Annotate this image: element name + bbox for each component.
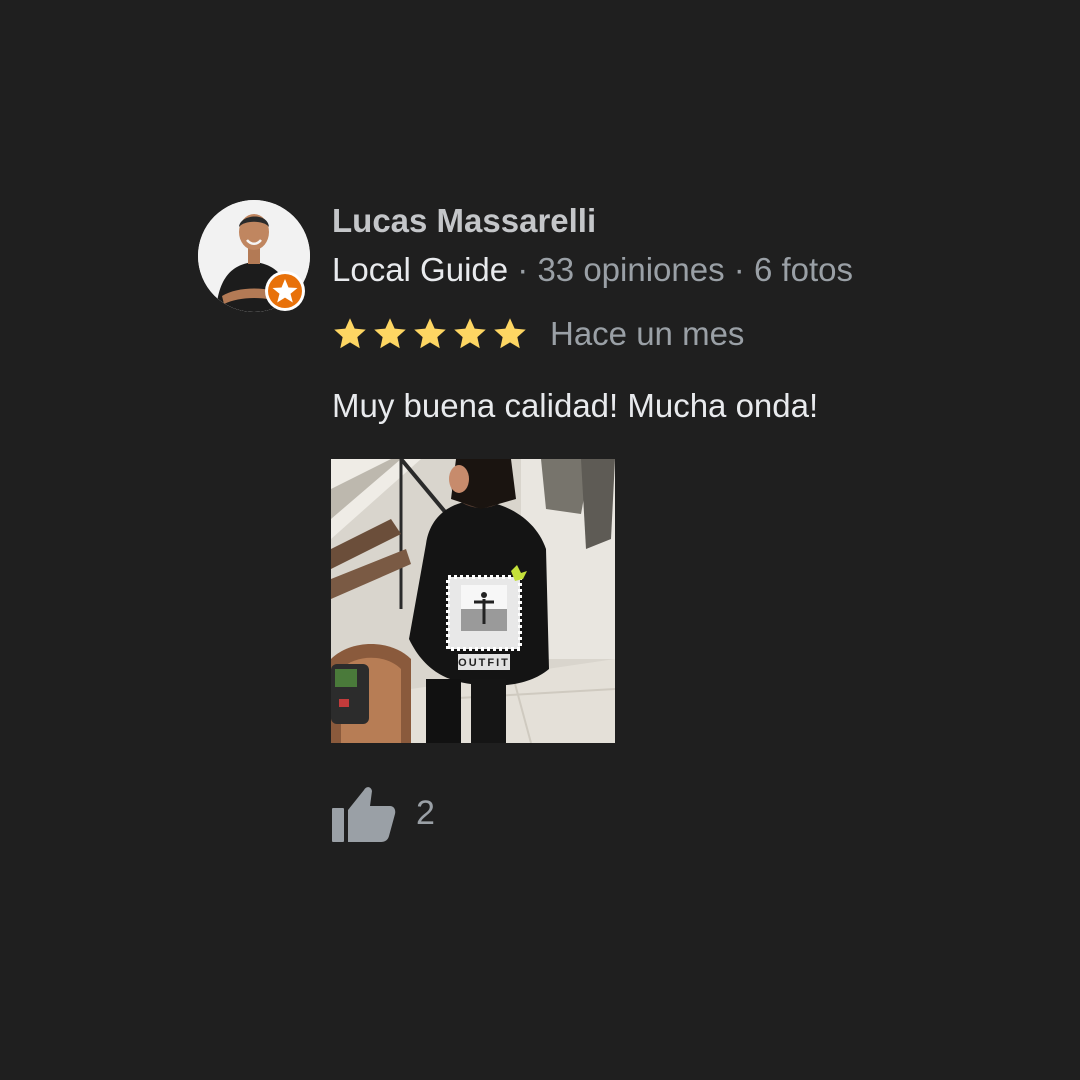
review-text: Muy buena calidad! Mucha onda! xyxy=(332,387,819,424)
reviewer-name[interactable]: Lucas Massarelli xyxy=(332,200,596,242)
review-card: Lucas Massarelli Local Guide · 33 opinio… xyxy=(0,0,1080,1080)
star-icon xyxy=(334,318,366,349)
thumbs-up-icon xyxy=(332,787,396,842)
star-icon xyxy=(374,318,406,349)
star-icon xyxy=(414,318,446,349)
like-count: 2 xyxy=(416,793,435,832)
review-photo[interactable]: OUTFIT xyxy=(331,459,615,743)
star-rating xyxy=(332,316,528,352)
like-button[interactable] xyxy=(332,782,398,844)
star-icon xyxy=(494,318,526,349)
reviewer-meta: Local Guide · 33 opiniones · 6 fotos xyxy=(332,249,853,291)
reviewer-avatar[interactable] xyxy=(198,200,310,312)
meta-separator: · xyxy=(724,251,754,288)
like-row: 2 xyxy=(332,782,435,844)
reviews-count: 33 opiniones xyxy=(537,251,725,288)
star-icon xyxy=(454,318,486,349)
local-guide-star-icon xyxy=(264,270,306,312)
meta-separator: · xyxy=(508,251,538,288)
review-time: Hace un mes xyxy=(550,315,745,352)
photos-count: 6 fotos xyxy=(753,251,854,288)
print-label: OUTFIT xyxy=(458,657,510,669)
rating-row: Hace un mes xyxy=(332,312,744,356)
local-guide-label: Local Guide xyxy=(332,251,509,288)
